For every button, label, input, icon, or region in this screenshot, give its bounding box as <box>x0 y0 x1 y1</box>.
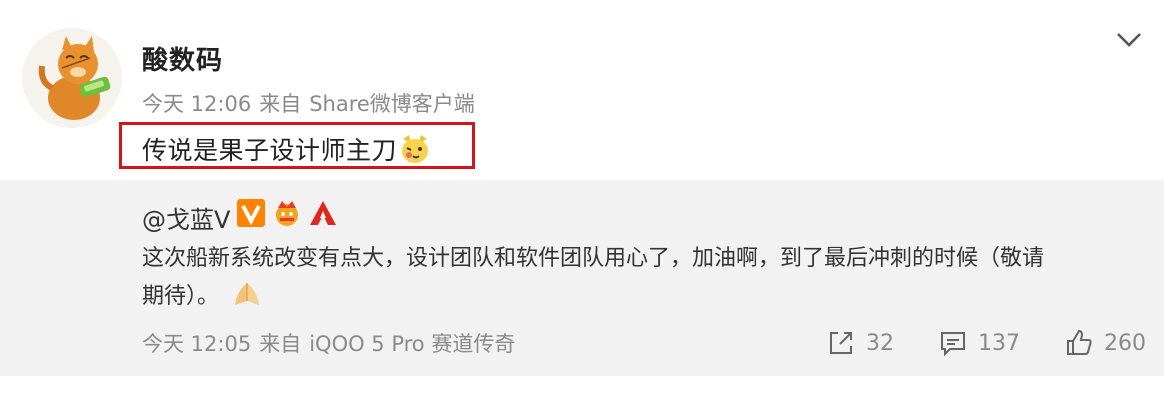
weibo-post: 酸数码 今天 12:06 来自 Share微博客户端 传说是果子设计师主刀 @戈蓝V <box>0 0 1164 406</box>
repost-text: 这次船新系统改变有点大，设计团队和软件团队用心了，加油啊，到了最后冲刺的时候（敬… <box>142 240 1132 316</box>
forward-icon <box>830 332 852 354</box>
chevron-down-icon[interactable] <box>1112 26 1146 52</box>
avatar[interactable] <box>22 28 122 128</box>
like-count: 260 <box>1104 330 1146 356</box>
avatar-cat-icon <box>22 28 122 128</box>
post-source-prefix: 来自 <box>259 92 302 116</box>
user-badges <box>236 197 338 229</box>
repost-time[interactable]: 今天 12:05 <box>142 332 251 356</box>
post-text-content: 传说是果子设计师主刀 <box>142 136 398 165</box>
wink-emoji-icon <box>402 135 429 163</box>
repost-text-line1: 这次船新系统改变有点大，设计团队和软件团队用心了，加油啊，到了最后冲刺的时候（敬… <box>142 246 1045 271</box>
repost-actions: 32 137 260 <box>826 326 1146 360</box>
bottom-bar <box>0 376 1164 406</box>
repost-text-line2-content: 期待）。 <box>142 284 220 309</box>
forward-button[interactable]: 32 <box>826 328 894 358</box>
vip-badge-icon[interactable] <box>236 198 266 228</box>
like-button[interactable]: 260 <box>1064 328 1146 358</box>
repost-username[interactable]: @戈蓝V <box>142 200 230 235</box>
comment-count: 137 <box>978 330 1020 356</box>
pray-emoji-icon <box>235 283 260 305</box>
crown-badge-icon[interactable] <box>272 198 302 228</box>
repost-text-line2: 期待）。 <box>142 278 1132 316</box>
post-time[interactable]: 今天 12:06 <box>142 92 251 116</box>
post-username[interactable]: 酸数码 <box>142 40 223 77</box>
repost-source[interactable]: iQOO 5 Pro 赛道传奇 <box>309 332 515 356</box>
post-meta: 今天 12:06 来自 Share微博客户端 <box>142 88 483 118</box>
brand-badge-icon[interactable] <box>308 198 338 228</box>
comment-icon <box>941 332 965 357</box>
repost-source-prefix: 来自 <box>259 332 302 356</box>
post-source[interactable]: Share微博客户端 <box>309 92 475 116</box>
post-text: 传说是果子设计师主刀 <box>142 131 431 167</box>
comment-button[interactable]: 137 <box>938 328 1020 358</box>
like-icon <box>1067 329 1092 355</box>
repost-meta: 今天 12:05 来自 iQOO 5 Pro 赛道传奇 <box>142 328 523 358</box>
forward-count: 32 <box>866 330 894 356</box>
